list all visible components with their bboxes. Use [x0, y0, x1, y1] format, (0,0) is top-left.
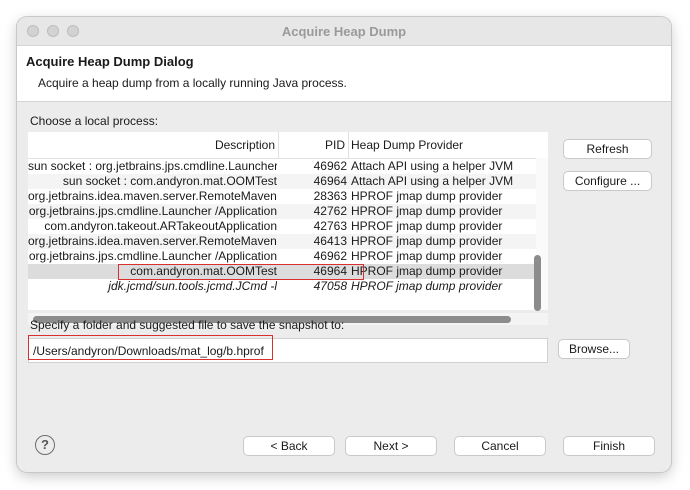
table-row[interactable]: jdk.jcmd/sun.tools.jcmd.JCmd -l 47058 HP…: [28, 279, 536, 294]
table-row[interactable]: org.jetbrains.jps.cmdline.Launcher /Appl…: [28, 204, 536, 219]
column-header-description[interactable]: Description: [28, 138, 275, 152]
row-provider: HPROF jmap dump provider: [351, 219, 503, 233]
row-pid: 28363: [313, 189, 347, 203]
table-row[interactable]: org.jetbrains.idea.maven.server.RemoteMa…: [28, 189, 536, 204]
row-description: org.jetbrains.idea.maven.server.RemoteMa…: [28, 189, 277, 203]
configure-button[interactable]: Configure ...: [563, 171, 652, 191]
row-provider: Attach API using a helper JVM: [351, 174, 514, 188]
row-pid: 46962: [313, 249, 347, 263]
row-provider: HPROF jmap dump provider: [351, 234, 503, 248]
row-pid: 46964: [313, 174, 347, 188]
row-provider: HPROF jmap dump provider: [351, 204, 503, 218]
table-row[interactable]: sun socket : com.andyron.mat.OOMTest 469…: [28, 174, 536, 189]
row-description: sun socket : org.jetbrains.jps.cmdline.L…: [28, 159, 277, 173]
path-highlight-box: [28, 335, 273, 360]
table-row[interactable]: org.jetbrains.idea.maven.server.RemoteMa…: [28, 234, 536, 249]
row-pid: 46413: [313, 234, 347, 248]
row-description: org.jetbrains.jps.cmdline.Launcher /Appl…: [28, 204, 277, 218]
selected-row-highlight-box: [118, 264, 364, 280]
table-row[interactable]: org.jetbrains.jps.cmdline.Launcher /Appl…: [28, 249, 536, 264]
refresh-button[interactable]: Refresh: [563, 139, 652, 159]
row-provider: HPROF jmap dump provider: [351, 264, 503, 278]
choose-process-label: Choose a local process:: [30, 114, 159, 128]
row-pid: 47058: [313, 279, 347, 293]
column-header-pid[interactable]: PID: [279, 138, 345, 152]
dialog-description: Acquire a heap dump from a locally runni…: [38, 76, 347, 90]
table-header: Description PID Heap Dump Provider: [28, 132, 548, 159]
help-icon[interactable]: ?: [35, 435, 55, 455]
row-description: jdk.jcmd/sun.tools.jcmd.JCmd -l: [108, 279, 277, 293]
row-provider: HPROF jmap dump provider: [351, 189, 503, 203]
acquire-heap-dump-window: Acquire Heap Dump Acquire Heap Dump Dial…: [17, 17, 671, 472]
process-table[interactable]: Description PID Heap Dump Provider sun s…: [28, 132, 548, 310]
row-provider: HPROF jmap dump provider: [351, 279, 503, 293]
cancel-button[interactable]: Cancel: [454, 436, 546, 456]
row-provider: Attach API using a helper JVM: [351, 159, 514, 173]
browse-button[interactable]: Browse...: [558, 339, 630, 359]
dialog-title: Acquire Heap Dump Dialog: [26, 54, 194, 69]
row-description: org.jetbrains.jps.cmdline.Launcher /Appl…: [28, 249, 277, 263]
column-header-provider[interactable]: Heap Dump Provider: [351, 138, 463, 152]
title-bar: Acquire Heap Dump: [17, 17, 671, 46]
row-description: sun socket : com.andyron.mat.OOMTest: [62, 174, 277, 188]
table-row[interactable]: sun socket : org.jetbrains.jps.cmdline.L…: [28, 159, 536, 174]
vertical-scrollbar-thumb[interactable]: [534, 255, 541, 311]
row-description: com.andyron.takeout.ARTakeoutApplication: [44, 219, 277, 233]
column-divider: [348, 132, 349, 158]
snapshot-location-label: Specify a folder and suggested file to s…: [30, 318, 345, 332]
finish-button[interactable]: Finish: [563, 436, 655, 456]
next-button[interactable]: Next >: [345, 436, 437, 456]
row-pid: 46962: [313, 159, 347, 173]
row-pid: 42762: [313, 204, 347, 218]
row-provider: HPROF jmap dump provider: [351, 249, 503, 263]
window-title: Acquire Heap Dump: [281, 24, 407, 39]
row-pid: 42763: [313, 219, 347, 233]
back-button[interactable]: < Back: [243, 436, 335, 456]
row-description: org.jetbrains.idea.maven.server.RemoteMa…: [28, 234, 277, 248]
table-row[interactable]: com.andyron.takeout.ARTakeoutApplication…: [28, 219, 536, 234]
dialog-header: Acquire Heap Dump Dialog Acquire a heap …: [17, 46, 671, 102]
